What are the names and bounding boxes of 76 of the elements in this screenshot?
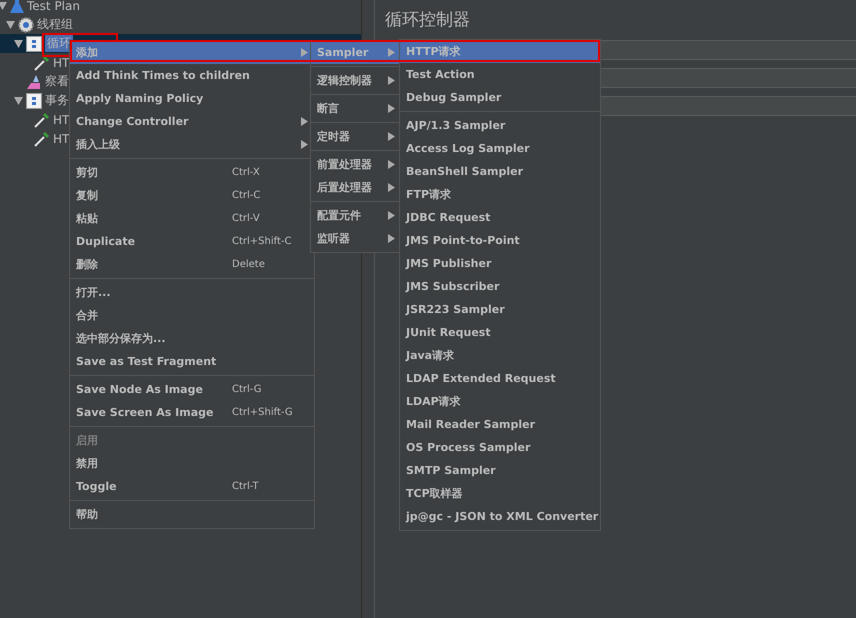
menu-item[interactable]: SMTP Sampler	[400, 459, 600, 482]
tree-node-label[interactable]: 察看	[45, 73, 69, 90]
menu-item[interactable]: Duplicate Ctrl+Shift-C	[70, 230, 314, 253]
submenu-arrow-icon	[301, 140, 308, 149]
submenu-arrow-icon	[388, 132, 395, 141]
menu-item[interactable]: 打开...	[70, 281, 314, 304]
listener-icon	[26, 74, 42, 90]
expanded-arrow-icon[interactable]	[14, 40, 22, 48]
tree-node-label[interactable]: HT	[53, 56, 70, 70]
menu-item[interactable]: Test Action	[400, 63, 600, 86]
submenu-arrow-icon	[388, 183, 395, 192]
menu-item[interactable]: 定时器	[311, 125, 401, 148]
menu-item[interactable]: 禁用	[70, 452, 314, 475]
menu-item[interactable]: 插入上级	[70, 133, 314, 156]
menu-item[interactable]: Save Node As Image Ctrl-G	[70, 378, 314, 401]
menu-item[interactable]: Java请求	[400, 344, 600, 367]
controller-icon	[26, 36, 42, 52]
menu-item[interactable]: 配置元件	[311, 204, 401, 227]
menu-item[interactable]: 剪切 Ctrl-X	[70, 161, 314, 184]
menu-item[interactable]: JMS Subscriber	[400, 275, 600, 298]
expanded-arrow-icon[interactable]	[0, 2, 6, 10]
menu-item[interactable]: 删除 Delete	[70, 253, 314, 276]
menu-item[interactable]: AJP/1.3 Sampler	[400, 114, 600, 137]
menu-item[interactable]: JUnit Request	[400, 321, 600, 344]
menu-item[interactable]: 逻辑控制器	[311, 69, 401, 92]
menu-item[interactable]: Add Think Times to children	[70, 64, 314, 87]
menu-item[interactable]: 合并	[70, 304, 314, 327]
menu-item[interactable]: LDAP请求	[400, 390, 600, 413]
submenu-arrow-icon	[388, 104, 395, 113]
pipette-icon	[34, 54, 50, 70]
menu-item[interactable]: OS Process Sampler	[400, 436, 600, 459]
menu-item[interactable]: BeanShell Sampler	[400, 160, 600, 183]
menu-item[interactable]: Save Screen As Image Ctrl+Shift-G	[70, 401, 314, 424]
menu-item[interactable]: 断言	[311, 97, 401, 120]
submenu-arrow-icon	[388, 48, 395, 57]
submenu-arrow-icon	[388, 76, 395, 85]
pipette-icon	[34, 112, 50, 128]
menu-item[interactable]: Toggle Ctrl-T	[70, 475, 314, 498]
submenu-arrow-icon	[388, 160, 395, 169]
menu-item[interactable]: jp@gc - JSON to XML Converter	[400, 505, 600, 528]
menu-item[interactable]: JDBC Request	[400, 206, 600, 229]
menu-item[interactable]: FTP请求	[400, 183, 600, 206]
flask-icon	[10, 0, 24, 14]
tree-node-label[interactable]: Test Plan	[27, 0, 80, 12]
tree-node-label[interactable]: 线程组	[37, 16, 73, 33]
menu-item[interactable]: Change Controller	[70, 110, 314, 133]
menu-item[interactable]: 后置处理器	[311, 176, 401, 199]
menu-item[interactable]: Debug Sampler	[400, 86, 600, 109]
gear-icon	[18, 16, 34, 32]
panel-title: 循环控制器	[385, 9, 471, 32]
controller-icon	[26, 92, 42, 108]
submenu-arrow-icon	[388, 211, 395, 220]
expanded-arrow-icon[interactable]	[14, 96, 22, 104]
menu-item[interactable]: 选中部分保存为...	[70, 327, 314, 350]
menu-item[interactable]: TCP取样器	[400, 482, 600, 505]
menu-item[interactable]: 帮助	[70, 503, 314, 526]
tree-node-label[interactable]: HT	[53, 132, 70, 146]
menu-item[interactable]: Mail Reader Sampler	[400, 413, 600, 436]
expanded-arrow-icon[interactable]	[6, 20, 14, 28]
pipette-icon	[34, 130, 50, 146]
menu-item[interactable]: 复制 Ctrl-C	[70, 184, 314, 207]
menu-item[interactable]: JMS Publisher	[400, 252, 600, 275]
submenu-arrow-icon	[301, 117, 308, 126]
menu-item[interactable]: 监听器	[311, 227, 401, 250]
submenu-arrow-icon	[388, 234, 395, 243]
menu-item[interactable]: JSR223 Sampler	[400, 298, 600, 321]
menu-item[interactable]: JMS Point-to-Point	[400, 229, 600, 252]
menu-item[interactable]: Access Log Sampler	[400, 137, 600, 160]
menu-item[interactable]: 前置处理器	[311, 153, 401, 176]
tree-node-label[interactable]: HT	[53, 112, 70, 126]
menu-item[interactable]: LDAP Extended Request	[400, 367, 600, 390]
submenu-arrow-icon	[301, 48, 308, 57]
menu-item[interactable]: Apply Naming Policy	[70, 87, 314, 110]
menu-item[interactable]: Save as Test Fragment	[70, 350, 314, 373]
tree-node-label[interactable]: 事务	[45, 92, 69, 109]
menu-item[interactable]: 粘贴 Ctrl-V	[70, 207, 314, 230]
